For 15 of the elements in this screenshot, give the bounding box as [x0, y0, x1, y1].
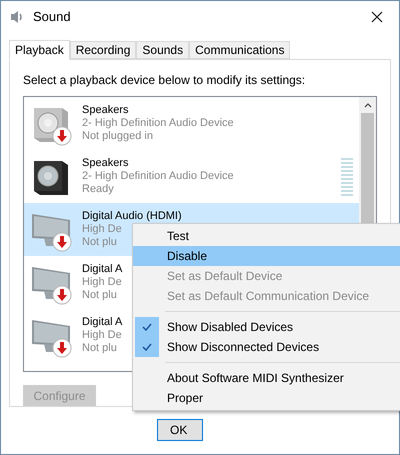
- device-status: Not plugged in: [82, 130, 154, 143]
- instruction-text: Select a playback device below to modify its settings:: [23, 72, 306, 89]
- device-description: High De: [82, 276, 122, 289]
- device-description: High De: [82, 329, 122, 342]
- device-description: 2- High Definition Audio Device: [82, 170, 234, 183]
- device-name: Speakers: [82, 157, 130, 170]
- device-name: Digital A: [82, 316, 122, 329]
- device-name: Digital A: [82, 263, 122, 276]
- device-status: Ready: [82, 183, 115, 196]
- device-status: Not plu: [82, 342, 118, 355]
- device-status: Not plu: [82, 289, 118, 302]
- device-description: 2- High Definition Audio Device: [82, 117, 234, 130]
- device-name: Speakers: [82, 104, 130, 117]
- window-title: Sound: [33, 8, 72, 26]
- device-name: Digital Audio (HDMI): [82, 210, 182, 223]
